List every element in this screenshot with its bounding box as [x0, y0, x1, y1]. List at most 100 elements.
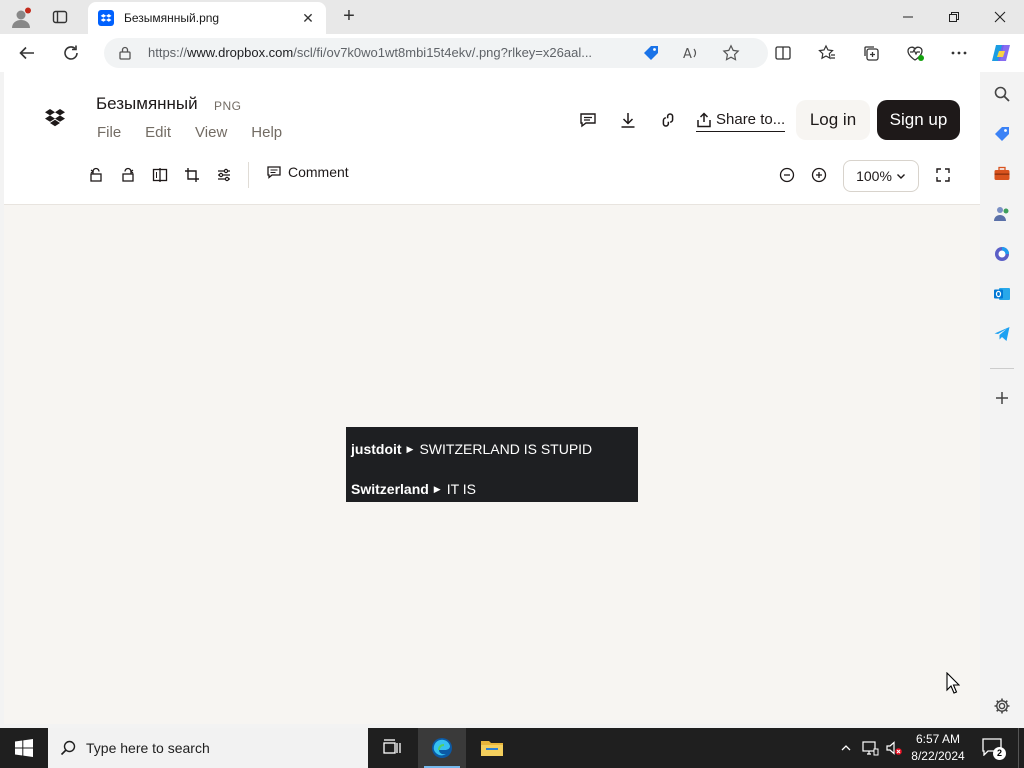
windows-taskbar: Type here to search 6:57 AM 8/22/2024 2 [0, 728, 1024, 768]
taskbar-file-explorer-button[interactable] [468, 728, 516, 768]
chat-message: SWITZERLAND IS STUPID [419, 441, 593, 457]
tab-title: Безымянный.png [124, 11, 220, 25]
chat-username: justdoit [351, 441, 402, 457]
chevron-down-icon [896, 174, 905, 179]
browser-essentials-icon[interactable] [904, 42, 926, 64]
sidebar-divider [990, 368, 1014, 369]
minimize-button[interactable] [886, 4, 930, 30]
windows-logo-icon [15, 739, 33, 757]
previewed-image: justdoit ▶ SWITZERLAND IS STUPID Switzer… [346, 427, 638, 502]
microsoft-365-icon[interactable] [992, 244, 1012, 264]
shopping-tag-icon[interactable] [992, 124, 1012, 144]
task-view-button[interactable] [368, 728, 416, 768]
more-options-icon[interactable] [948, 42, 970, 64]
zoom-value: 100% [856, 168, 892, 184]
profile-icon[interactable] [10, 7, 32, 29]
menu-help[interactable]: Help [251, 124, 282, 141]
dropbox-icon [98, 10, 114, 26]
tab-close-icon[interactable]: ✕ [300, 10, 316, 26]
tools-briefcase-icon[interactable] [992, 164, 1012, 184]
mouse-cursor-icon [946, 671, 961, 694]
share-label: Share to... [716, 111, 786, 128]
notification-count-badge: 2 [993, 747, 1006, 760]
browser-toolbar: https://www.dropbox.com/scl/fi/ov7k0wo1w… [0, 34, 1024, 72]
zoom-in-icon[interactable] [810, 166, 828, 184]
volume-muted-icon[interactable] [884, 738, 904, 758]
coupon-tag-icon[interactable] [642, 44, 660, 62]
telegram-send-icon[interactable] [992, 324, 1012, 344]
add-sidebar-app-icon[interactable] [992, 388, 1012, 408]
image-preview-canvas[interactable]: justdoit ▶ SWITZERLAND IS STUPID Switzer… [4, 205, 980, 724]
rotate-left-icon[interactable] [87, 166, 105, 184]
browser-tab[interactable]: Безымянный.png ✕ [88, 2, 326, 34]
search-placeholder: Type here to search [86, 740, 210, 756]
copy-link-icon[interactable] [658, 110, 678, 130]
restore-button[interactable] [932, 4, 976, 30]
chevron-up-icon[interactable] [836, 738, 856, 758]
flip-icon[interactable] [151, 166, 169, 184]
windows-start-button[interactable] [0, 728, 48, 768]
favorites-icon[interactable] [816, 42, 838, 64]
chat-line: justdoit ▶ SWITZERLAND IS STUPID [351, 434, 633, 464]
toolbar-divider [248, 162, 249, 188]
dropbox-logo-icon[interactable] [44, 108, 66, 128]
zoom-out-icon[interactable] [778, 166, 796, 184]
menu-view[interactable]: View [195, 124, 227, 141]
comment-label: Comment [288, 164, 349, 180]
file-extension: PNG [214, 99, 242, 113]
read-aloud-icon[interactable]: A [682, 44, 700, 62]
split-screen-icon[interactable] [772, 42, 794, 64]
clock-date: 8/22/2024 [911, 749, 965, 763]
edge-sidebar [980, 72, 1024, 724]
outlook-icon[interactable] [992, 284, 1012, 304]
refresh-button[interactable] [60, 42, 82, 64]
dropbox-page: Безымянный PNG File Edit View Help Share… [4, 72, 980, 724]
copilot-icon[interactable] [990, 42, 1012, 64]
signup-button[interactable]: Sign up [877, 100, 960, 140]
menu-edit[interactable]: Edit [145, 124, 171, 141]
task-view-icon [383, 739, 401, 754]
svg-text:A: A [683, 47, 692, 62]
search-icon[interactable] [992, 84, 1012, 104]
file-menu-bar: File Edit View Help [97, 124, 306, 141]
play-arrow-icon: ▶ [406, 443, 414, 454]
show-desktop-button[interactable] [1018, 728, 1024, 768]
network-icon[interactable] [860, 738, 880, 758]
rotate-right-icon[interactable] [119, 166, 137, 184]
fullscreen-icon[interactable] [934, 166, 952, 184]
crop-icon[interactable] [183, 166, 201, 184]
share-button[interactable]: Share to... [696, 108, 786, 132]
url-text[interactable]: https://www.dropbox.com/scl/fi/ov7k0wo1w… [148, 45, 634, 60]
lock-icon[interactable] [118, 46, 132, 60]
adjust-sliders-icon[interactable] [215, 166, 233, 184]
login-button[interactable]: Log in [796, 100, 870, 140]
favorite-star-icon[interactable] [722, 44, 740, 62]
zoom-select[interactable]: 100% [843, 160, 919, 192]
close-window-button[interactable] [978, 4, 1022, 30]
collections-icon[interactable] [860, 42, 882, 64]
share-icon [697, 111, 711, 127]
menu-file[interactable]: File [97, 124, 121, 141]
folder-icon [481, 741, 503, 756]
settings-gear-icon[interactable] [992, 696, 1012, 716]
chat-username: Switzerland [351, 481, 429, 497]
play-arrow-icon: ▶ [433, 483, 441, 494]
browser-title-bar: Безымянный.png ✕ + [0, 0, 1024, 34]
new-tab-button[interactable]: + [338, 6, 360, 28]
games-icon[interactable] [992, 204, 1012, 224]
download-icon[interactable] [618, 110, 638, 130]
back-button[interactable] [16, 42, 38, 64]
tab-actions-icon[interactable] [52, 9, 68, 25]
address-bar[interactable]: https://www.dropbox.com/scl/fi/ov7k0wo1w… [104, 38, 768, 68]
taskbar-search-box[interactable]: Type here to search [48, 728, 368, 768]
notification-center-button[interactable]: 2 [982, 738, 1006, 760]
chat-line: Switzerland ▶ IT IS [351, 474, 633, 504]
edge-icon [432, 738, 452, 758]
chat-message: IT IS [446, 481, 477, 497]
comment-icon [267, 166, 281, 179]
taskbar-edge-button[interactable] [418, 728, 466, 768]
comments-icon[interactable] [578, 110, 598, 130]
comment-button[interactable]: Comment [266, 164, 349, 180]
search-icon [60, 740, 76, 756]
taskbar-clock[interactable]: 6:57 AM 8/22/2024 [906, 731, 970, 765]
